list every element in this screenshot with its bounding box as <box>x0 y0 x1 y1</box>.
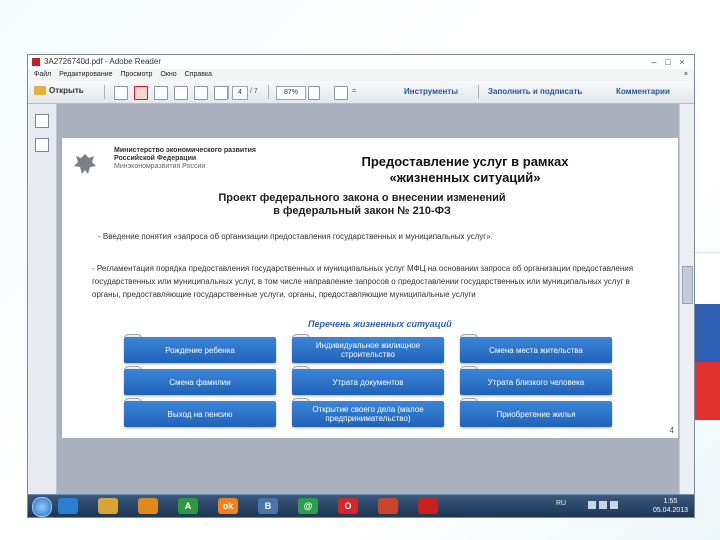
vk-icon[interactable]: В <box>258 498 278 514</box>
page-total: / 7 <box>250 88 258 95</box>
ministry-line-1: Министерство экономического развития <box>114 147 256 154</box>
open-button[interactable]: Открыть <box>34 86 84 95</box>
fill-and-sign-button[interactable]: Заполнить и подписать <box>488 86 582 98</box>
pdf-page: Министерство экономического развития Рос… <box>62 138 678 438</box>
page-thumbnails-icon[interactable] <box>35 114 49 128</box>
menu-view[interactable]: Просмотр <box>120 71 152 78</box>
toolbar-divider <box>478 85 479 99</box>
menu-window[interactable]: Окно <box>160 71 176 78</box>
create-pdf-icon[interactable] <box>114 86 128 100</box>
comments-button[interactable]: Комментарии <box>616 86 670 98</box>
situation-small-business: Открытие своего дела (малое предпринимат… <box>292 401 444 427</box>
page-title: Предоставление услуг в рамках «жизненных… <box>320 154 610 186</box>
pdf-export-icon[interactable] <box>134 86 148 100</box>
ministry-header: Министерство экономического развития Рос… <box>114 147 256 171</box>
media-player-icon[interactable] <box>138 498 158 514</box>
toolbar-divider <box>104 85 105 99</box>
coat-of-arms-icon <box>74 154 96 174</box>
page-number-input[interactable]: 4 <box>232 86 248 100</box>
email-icon[interactable] <box>194 86 208 100</box>
navigation-pane <box>28 104 57 495</box>
situation-bereavement: Утрата близкого человека <box>460 369 612 395</box>
bullet-text-1: - Введение понятия «запроса об организац… <box>98 232 493 241</box>
clock[interactable]: 1:55 05.04.2013 <box>653 497 688 515</box>
ministry-short-name: Минэкономразвития России <box>114 163 206 170</box>
clock-time: 1:55 <box>663 498 678 505</box>
page-number: 4 <box>669 426 674 435</box>
situation-buying-home: Приобретение жилья <box>460 401 612 427</box>
menu-bar: Файл Редактирование Просмотр Окно Справк… <box>28 69 694 81</box>
menu-help[interactable]: Справка <box>185 71 212 78</box>
adobe-reader-window: 3A2726740d.pdf - Adobe Reader – □ × Файл… <box>27 54 695 518</box>
menu-edit[interactable]: Редактирование <box>59 71 112 78</box>
open-label: Открыть <box>49 86 84 95</box>
toolbar-options-icon[interactable]: = <box>352 86 356 98</box>
close-button[interactable]: × <box>676 55 688 69</box>
situation-lost-documents: Утрата документов <box>292 369 444 395</box>
zoom-input[interactable]: 87% <box>276 86 306 100</box>
title-bar: 3A2726740d.pdf - Adobe Reader – □ × <box>28 55 694 69</box>
toolbar-divider <box>268 85 269 99</box>
toolbar: Открыть 4 / 7 87% = Инструменты Заполнит… <box>28 81 694 104</box>
minimize-button[interactable]: – <box>648 55 660 69</box>
tray-flag-icon[interactable] <box>588 501 596 509</box>
app-a-icon[interactable]: A <box>178 498 198 514</box>
print-icon[interactable] <box>154 86 168 100</box>
toolbar-divider <box>228 85 229 99</box>
situations-list-title: Перечень жизненных ситуаций <box>308 319 452 329</box>
maximize-button[interactable]: □ <box>662 55 674 69</box>
situation-retirement: Выход на пенсию <box>124 401 276 427</box>
ie-icon[interactable] <box>58 498 78 514</box>
list-icon[interactable] <box>214 86 228 100</box>
mail-agent-icon[interactable]: @ <box>298 498 318 514</box>
clock-date: 05.04.2013 <box>652 507 688 514</box>
situation-housing-construction: Индивидуальное жилищное строительство <box>292 337 444 363</box>
select-tool-icon[interactable] <box>334 86 348 100</box>
language-indicator[interactable]: RU <box>556 500 566 507</box>
system-tray <box>588 501 618 509</box>
tray-volume-icon[interactable] <box>610 501 618 509</box>
windows-taskbar: Aok В @ O RU 1:55 05.04.2013 <box>28 494 694 517</box>
tray-network-icon[interactable] <box>599 501 607 509</box>
situation-name-change: Смена фамилии <box>124 369 276 395</box>
window-title: 3A2726740d.pdf - Adobe Reader <box>44 57 161 66</box>
explorer-icon[interactable] <box>98 498 118 514</box>
adobe-reader-icon[interactable] <box>418 498 438 514</box>
adobe-reader-icon <box>32 58 40 66</box>
scrollbar-thumb[interactable] <box>682 266 693 304</box>
situation-birth: Рождение ребенка <box>124 337 276 363</box>
page-title-line-1: Предоставление услуг в рамках <box>361 154 569 169</box>
situation-relocation: Смена места жительства <box>460 337 612 363</box>
vertical-scrollbar[interactable] <box>679 104 694 495</box>
tools-button[interactable]: Инструменты <box>404 86 458 98</box>
odnoklassniki-icon[interactable]: ok <box>218 498 238 514</box>
page-title-line-2: «жизненных ситуаций» <box>389 170 541 185</box>
zoom-dropdown-icon[interactable] <box>308 86 320 100</box>
edit-pen-icon[interactable] <box>174 86 188 100</box>
start-button[interactable] <box>32 497 52 517</box>
attachments-icon[interactable] <box>35 138 49 152</box>
project-title-line-1: Проект федерального закона о внесении из… <box>218 192 506 204</box>
opera-icon[interactable]: O <box>338 498 358 514</box>
project-title: Проект федерального закона о внесении из… <box>172 192 552 218</box>
presentation-icon[interactable] <box>378 498 398 514</box>
document-area: Министерство экономического развития Рос… <box>57 104 680 495</box>
bullet-text-2: - Регламентация порядка предоставления г… <box>92 264 634 299</box>
close-document-button[interactable]: × <box>684 69 688 81</box>
folder-icon <box>34 86 46 95</box>
ministry-line-2: Российской Федерации <box>114 155 197 162</box>
menu-file[interactable]: Файл <box>34 71 51 78</box>
project-title-line-2: в федеральный закон № 210-ФЗ <box>273 205 451 217</box>
